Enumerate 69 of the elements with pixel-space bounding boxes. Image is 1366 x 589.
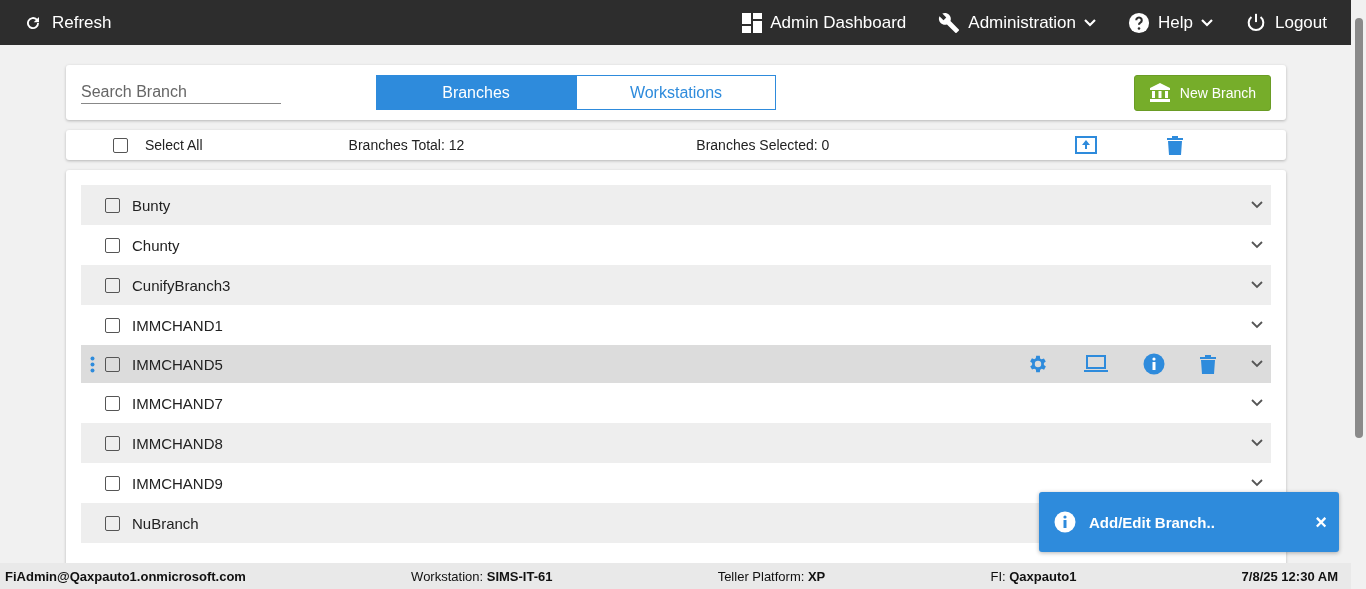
- info-icon[interactable]: [1143, 353, 1165, 375]
- wrench-icon: [938, 11, 961, 34]
- branch-name: IMMCHAND1: [132, 316, 223, 334]
- help-icon: [1128, 11, 1151, 34]
- trash-icon[interactable]: [1200, 354, 1216, 374]
- row-checkbox[interactable]: [105, 515, 120, 531]
- trash-icon[interactable]: [1167, 135, 1184, 155]
- date-time: 7/8/25 12:30 AM: [1241, 568, 1338, 584]
- branch-name: IMMCHAND8: [132, 434, 223, 452]
- toast-message: Add/Edit Branch..: [1089, 513, 1215, 531]
- chevron-down-icon[interactable]: [1251, 479, 1263, 487]
- branch-name: Chunty: [132, 236, 180, 254]
- row-checkbox[interactable]: [105, 237, 120, 253]
- workstation-info: Workstation: SIMS-IT-61: [411, 568, 553, 584]
- branch-row[interactable]: Bunty: [81, 185, 1271, 225]
- branch-row[interactable]: IMMCHAND7: [81, 383, 1271, 423]
- power-icon: [1245, 11, 1267, 34]
- close-button[interactable]: ×: [1315, 510, 1327, 534]
- nav-menu-item[interactable]: Admin Dashboard: [742, 12, 907, 33]
- chevron-down-icon[interactable]: [1251, 439, 1263, 447]
- branch-row[interactable]: IMMCHAND5: [81, 345, 1271, 383]
- branches-selected: Branches Selected: 0: [696, 137, 830, 153]
- branch-row[interactable]: Chunty: [81, 225, 1271, 265]
- branches-total: Branches Total: 12: [348, 137, 465, 153]
- branch-name: CunifyBranch3: [132, 276, 231, 294]
- branch-name: IMMCHAND5: [132, 355, 223, 373]
- chevron-down-icon[interactable]: [1251, 241, 1263, 249]
- branch-name: NuBranch: [132, 514, 199, 532]
- info-icon: [1054, 511, 1076, 533]
- dashboard-icon: [742, 12, 763, 33]
- chevron-down-icon[interactable]: [1251, 360, 1263, 368]
- row-checkbox[interactable]: [105, 197, 120, 213]
- upload-icon[interactable]: [1075, 136, 1098, 154]
- fi-info: FI: Qaxpauto1: [990, 568, 1077, 584]
- chevron-down-icon[interactable]: [1251, 321, 1263, 329]
- chevron-down-icon[interactable]: [1251, 201, 1263, 209]
- nav-menu-item[interactable]: Help: [1128, 11, 1213, 34]
- laptop-icon[interactable]: [1084, 355, 1108, 373]
- select-all-checkbox[interactable]: [113, 137, 128, 153]
- branch-row[interactable]: IMMCHAND8: [81, 423, 1271, 463]
- kebab-icon[interactable]: [90, 356, 95, 373]
- row-checkbox[interactable]: [105, 356, 120, 372]
- nav-menu-item[interactable]: Logout: [1245, 11, 1327, 34]
- user-email: FiAdmin@Qaxpauto1.onmicrosoft.com: [5, 568, 246, 584]
- chevron-down-icon: [1201, 18, 1213, 27]
- branch-row[interactable]: IMMCHAND1: [81, 305, 1271, 345]
- row-checkbox[interactable]: [105, 277, 120, 293]
- nav-menu-item[interactable]: Administration: [938, 11, 1097, 34]
- chevron-down-icon: [1084, 18, 1097, 27]
- branch-row[interactable]: IMMCHAND9: [81, 463, 1271, 503]
- row-checkbox[interactable]: [105, 317, 120, 333]
- settings-icon[interactable]: [1027, 353, 1049, 375]
- row-checkbox[interactable]: [105, 435, 120, 451]
- refresh-button[interactable]: Refresh: [24, 12, 112, 33]
- tab[interactable]: Branches: [376, 75, 576, 110]
- chevron-down-icon[interactable]: [1251, 399, 1263, 407]
- platform-info: Teller Platform: XP: [717, 568, 826, 584]
- branch-name: Bunty: [132, 196, 171, 214]
- scrollbar[interactable]: [1351, 0, 1366, 589]
- branch-row[interactable]: CunifyBranch3: [81, 265, 1271, 305]
- scrollbar-thumb[interactable]: [1355, 18, 1363, 438]
- select-all-label: Select All: [145, 137, 203, 153]
- bank-icon: [1148, 82, 1171, 103]
- branch-name: IMMCHAND9: [132, 474, 223, 492]
- tab[interactable]: Workstations: [576, 75, 776, 110]
- branch-name: IMMCHAND7: [132, 394, 223, 412]
- chevron-down-icon[interactable]: [1251, 281, 1263, 289]
- row-checkbox[interactable]: [105, 395, 120, 411]
- row-checkbox[interactable]: [105, 475, 120, 491]
